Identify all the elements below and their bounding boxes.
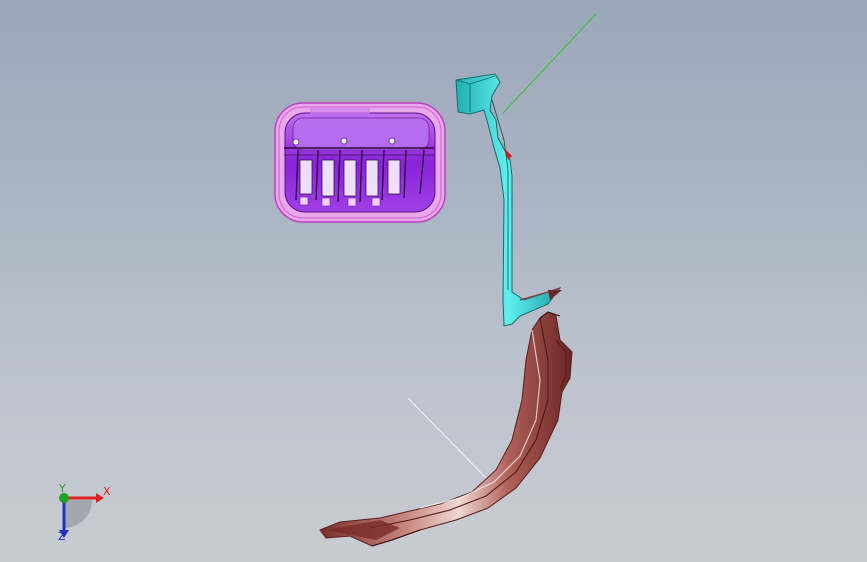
curved-trim-panel-part[interactable] — [319, 311, 573, 547]
z-axis-label: Z — [58, 530, 66, 543]
cyan-bracket-part[interactable] — [455, 73, 562, 327]
x-axis-label: X — [103, 485, 111, 498]
axis-triad-icon — [59, 493, 104, 538]
y-axis-label: Y — [59, 482, 66, 495]
connector-housing-part[interactable] — [274, 102, 446, 223]
white-reference-line — [407, 397, 491, 483]
axis-triad: X Y Z — [44, 478, 124, 548]
green-reference-line — [502, 13, 597, 114]
model-scene[interactable] — [0, 0, 867, 562]
3d-viewport[interactable]: X Y Z — [0, 0, 867, 562]
